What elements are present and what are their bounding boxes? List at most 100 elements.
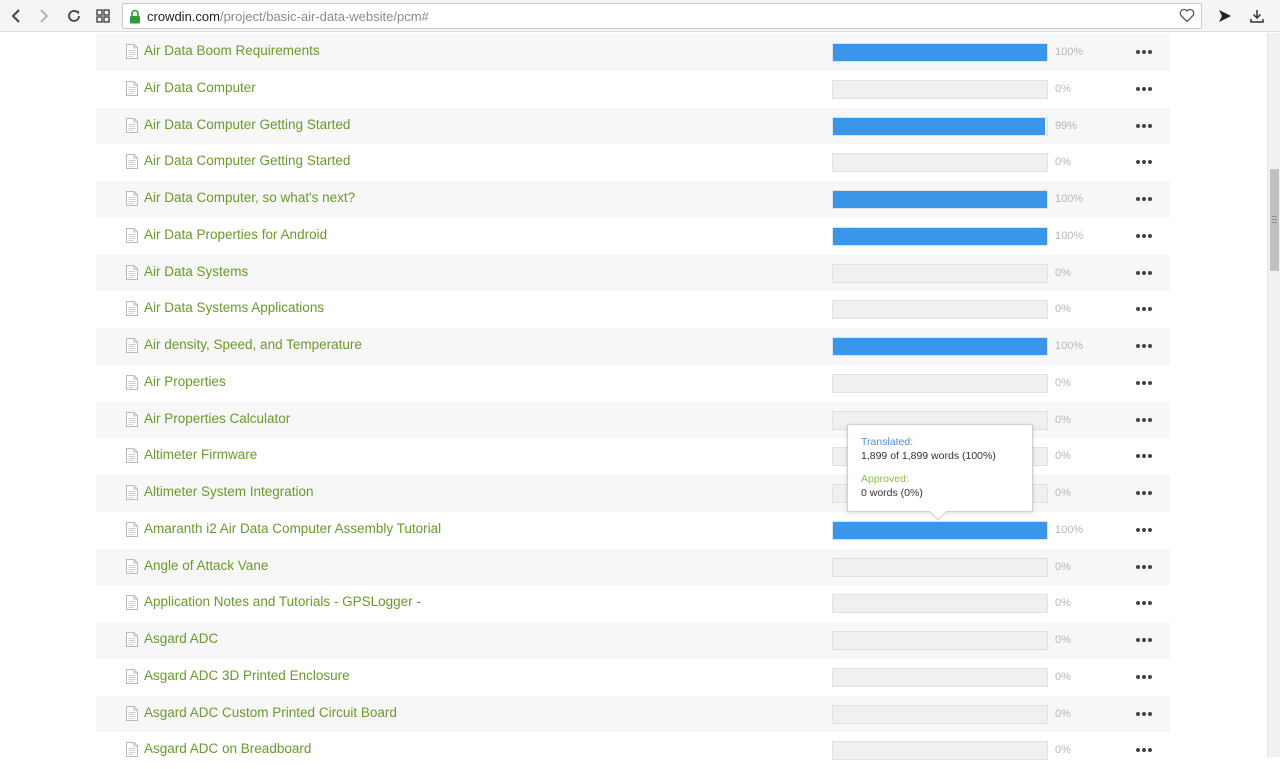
forward-icon[interactable]	[30, 2, 58, 30]
translation-progress-bar[interactable]	[832, 116, 1048, 136]
file-row[interactable]: Air Properties 0%	[96, 365, 1170, 402]
download-icon[interactable]	[1243, 2, 1271, 30]
more-options-icon[interactable]	[1134, 704, 1154, 724]
file-row[interactable]: Asgard ADC on Breadboard 0%	[96, 732, 1170, 769]
progress-percent: 0%	[1055, 413, 1071, 426]
progress-percent: 0%	[1055, 670, 1071, 683]
file-row[interactable]: Air Data Computer, so what's next? 100%	[96, 181, 1170, 218]
file-row[interactable]: Air density, Speed, and Temperature 100%	[96, 328, 1170, 365]
file-name-link[interactable]: Asgard ADC 3D Printed Enclosure	[144, 668, 350, 683]
file-name-link[interactable]: Air Data Boom Requirements	[144, 43, 320, 58]
translation-progress-bar[interactable]	[832, 594, 1048, 614]
reload-icon[interactable]	[60, 2, 88, 30]
file-row[interactable]: Air Data Systems Applications 0%	[96, 291, 1170, 328]
file-row[interactable]: Air Data Computer Getting Started 99%	[96, 107, 1170, 145]
more-options-icon[interactable]	[1134, 299, 1154, 319]
tooltip-approved-value: 0 words (0%)	[861, 487, 923, 499]
file-row[interactable]: Air Data Computer Getting Started 0%	[96, 144, 1170, 181]
bookmark-heart-icon[interactable]	[1179, 8, 1195, 26]
file-row[interactable]: Air Data Properties for Android 100%	[96, 218, 1170, 255]
progress-fill	[833, 227, 1047, 245]
document-icon	[126, 595, 138, 611]
more-options-icon[interactable]	[1134, 593, 1154, 613]
file-name-link[interactable]: Asgard ADC on Breadboard	[144, 741, 311, 756]
speed-dial-icon[interactable]	[89, 2, 117, 30]
file-name-link[interactable]: Air Data Properties for Android	[144, 227, 327, 242]
translation-progress-bar[interactable]	[832, 741, 1048, 761]
scrollbar-thumb[interactable]	[1270, 169, 1279, 271]
more-options-icon[interactable]	[1134, 520, 1154, 540]
progress-percent: 0%	[1055, 707, 1071, 720]
translation-progress-bar[interactable]	[832, 520, 1048, 540]
document-icon	[126, 117, 138, 133]
more-options-icon[interactable]	[1134, 630, 1154, 650]
file-name-link[interactable]: Air Data Computer Getting Started	[144, 117, 350, 132]
file-name-link[interactable]: Asgard ADC Custom Printed Circuit Board	[144, 705, 397, 720]
file-name-link[interactable]: Application Notes and Tutorials - GPSLog…	[144, 594, 421, 609]
translation-progress-bar[interactable]	[832, 263, 1048, 283]
more-options-icon[interactable]	[1134, 667, 1154, 687]
file-name-link[interactable]: Air Data Systems	[144, 264, 248, 279]
address-bar[interactable]: crowdin.com/project/basic-air-data-websi…	[122, 3, 1202, 29]
document-icon	[126, 558, 138, 574]
progress-percent: 100%	[1055, 340, 1084, 352]
translation-progress-bar[interactable]	[832, 631, 1048, 650]
translation-progress-bar[interactable]	[832, 373, 1048, 393]
file-name-link[interactable]: Angle of Attack Vane	[144, 558, 268, 573]
more-options-icon[interactable]	[1134, 373, 1154, 393]
translation-progress-bar[interactable]	[832, 79, 1048, 99]
progress-percent: 99%	[1055, 119, 1078, 132]
translation-progress-bar[interactable]	[832, 337, 1048, 356]
file-name-link[interactable]: Air Data Computer, so what's next?	[144, 190, 355, 205]
file-row[interactable]: Air Data Computer 0%	[96, 71, 1170, 108]
file-name-link[interactable]: Air Data Computer Getting Started	[144, 153, 350, 168]
file-row[interactable]: Application Notes and Tutorials - GPSLog…	[96, 585, 1170, 622]
more-options-icon[interactable]	[1134, 483, 1154, 503]
file-row[interactable]: Angle of Attack Vane 0%	[96, 548, 1170, 586]
document-icon	[126, 632, 138, 647]
file-row[interactable]: Air Data Systems 0%	[96, 254, 1170, 292]
back-icon[interactable]	[2, 2, 30, 30]
document-icon	[126, 80, 138, 96]
file-row[interactable]: Amaranth i2 Air Data Computer Assembly T…	[96, 512, 1170, 549]
translation-progress-bar[interactable]	[832, 704, 1048, 724]
file-name-link[interactable]: Altimeter Firmware	[144, 447, 257, 462]
file-name-link[interactable]: Air Data Computer	[144, 80, 256, 95]
file-name-link[interactable]: Air Properties Calculator	[144, 411, 290, 426]
file-name-link[interactable]: Air Data Systems Applications	[144, 300, 324, 315]
more-options-icon[interactable]	[1134, 446, 1154, 466]
translation-progress-bar[interactable]	[832, 190, 1048, 209]
more-options-icon[interactable]	[1134, 42, 1154, 62]
file-name-link[interactable]: Amaranth i2 Air Data Computer Assembly T…	[144, 521, 441, 536]
file-row[interactable]: Air Data Boom Requirements 100%	[96, 34, 1170, 71]
more-options-icon[interactable]	[1134, 740, 1154, 760]
more-options-icon[interactable]	[1134, 189, 1154, 209]
file-row[interactable]: Asgard ADC Custom Printed Circuit Board 0…	[96, 695, 1170, 733]
translation-progress-bar[interactable]	[832, 153, 1048, 173]
more-options-icon[interactable]	[1134, 410, 1154, 430]
translation-progress-bar[interactable]	[832, 43, 1048, 62]
more-options-icon[interactable]	[1134, 226, 1154, 246]
progress-fill	[833, 117, 1045, 135]
translation-progress-bar[interactable]	[832, 226, 1048, 246]
progress-percent: 0%	[1055, 82, 1071, 95]
more-options-icon[interactable]	[1134, 557, 1154, 577]
more-options-icon[interactable]	[1134, 152, 1154, 172]
more-options-icon[interactable]	[1134, 336, 1154, 356]
page-scrollbar[interactable]	[1267, 33, 1280, 757]
file-name-link[interactable]: Altimeter System Integration	[144, 484, 314, 499]
file-name-link[interactable]: Air density, Speed, and Temperature	[144, 337, 362, 352]
flow-send-icon[interactable]	[1211, 2, 1239, 30]
translation-progress-bar[interactable]	[832, 667, 1048, 687]
file-row[interactable]: Asgard ADC 0%	[96, 622, 1170, 659]
translation-progress-bar[interactable]	[832, 300, 1048, 320]
file-list: Air Data Boom Requirements 100% Air Data C…	[96, 34, 1170, 769]
file-name-link[interactable]: Air Properties	[144, 374, 226, 389]
file-name-link[interactable]: Asgard ADC	[144, 631, 218, 646]
more-options-icon[interactable]	[1134, 263, 1154, 283]
translation-progress-bar[interactable]	[832, 557, 1048, 577]
file-row[interactable]: Asgard ADC 3D Printed Enclosure 0%	[96, 659, 1170, 696]
more-options-icon[interactable]	[1134, 79, 1154, 99]
more-options-icon[interactable]	[1134, 116, 1154, 136]
lock-icon	[129, 9, 141, 24]
